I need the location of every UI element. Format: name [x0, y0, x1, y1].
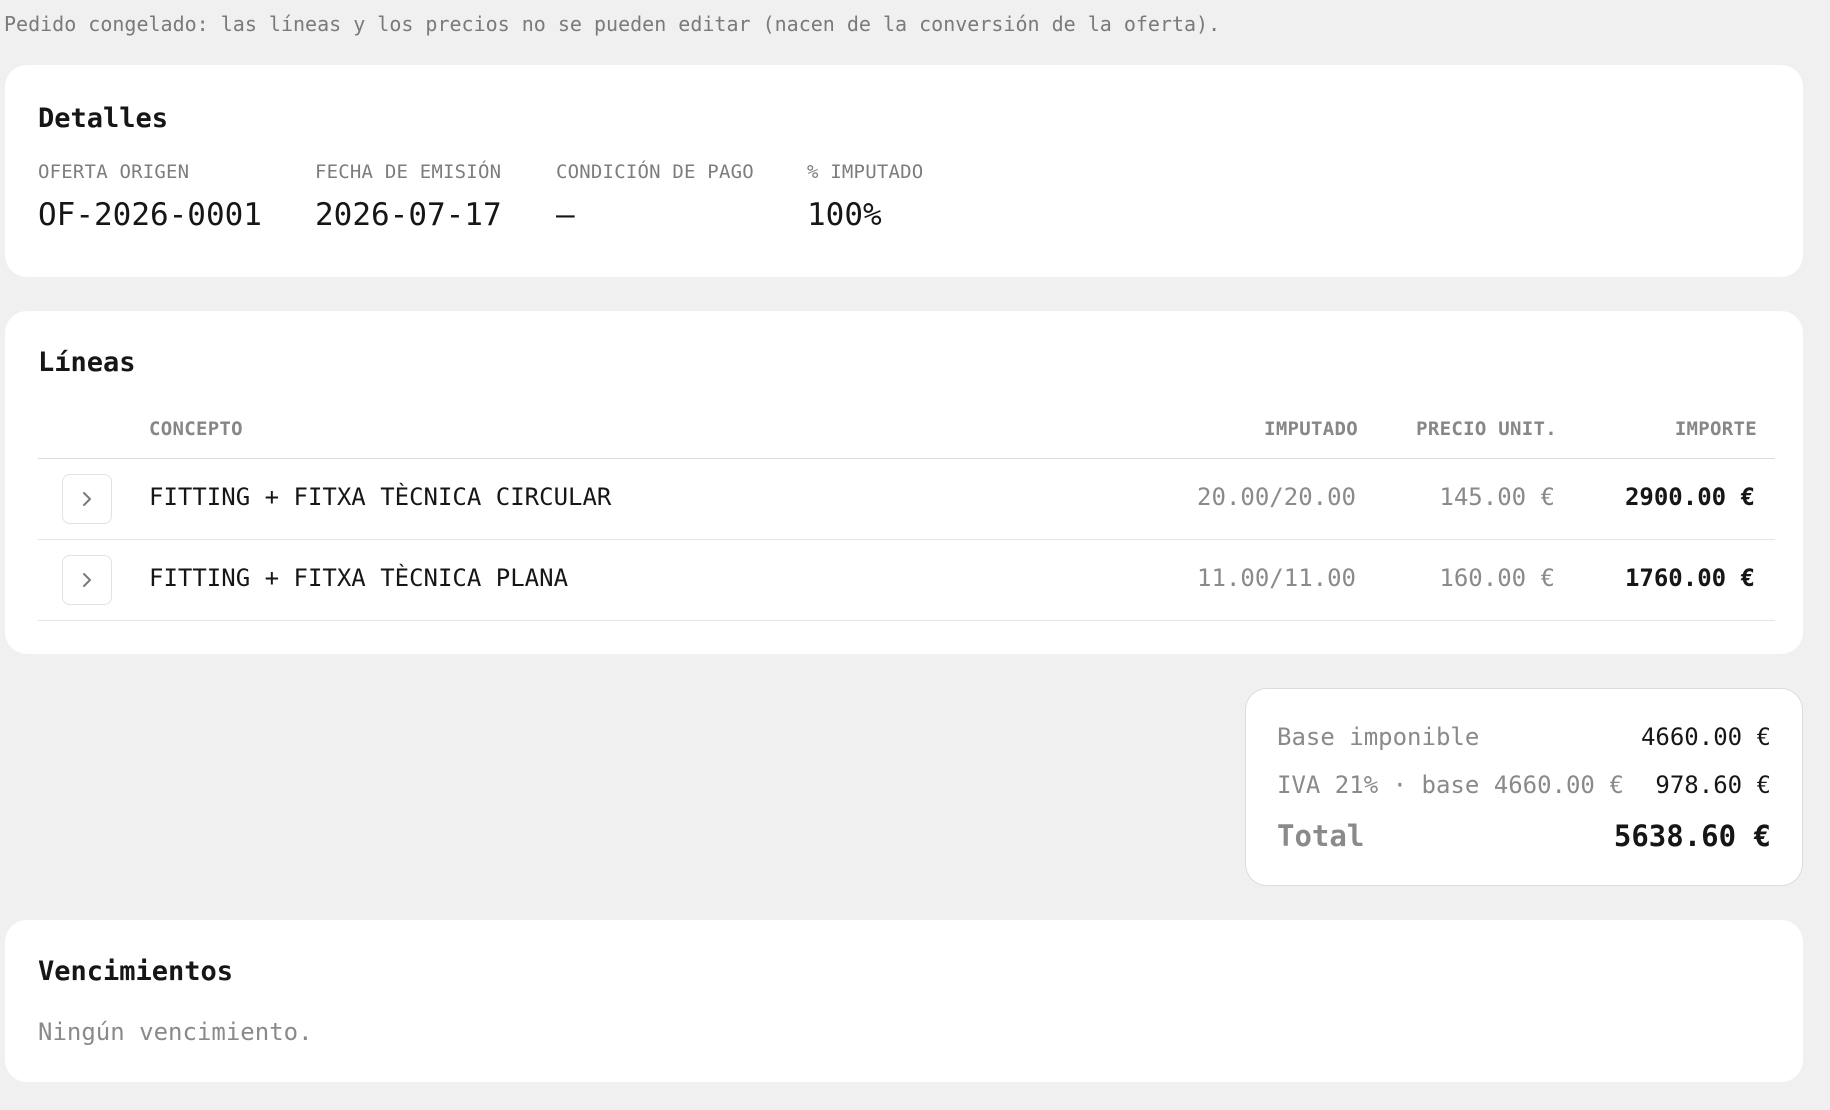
field-condicion-pago: CONDICIÓN DE PAGO —	[556, 161, 754, 233]
iva-value: 978.60 €	[1655, 771, 1771, 799]
total-row: Total 5638.60 €	[1277, 819, 1771, 853]
details-title: Detalles	[38, 103, 169, 134]
total-label: Total	[1277, 819, 1365, 853]
totals-card: Base imponible 4660.00 € IVA 21% · base …	[1245, 688, 1803, 886]
column-header-precio: PRECIO UNIT.	[1416, 418, 1557, 440]
column-header-imputado: IMPUTADO	[1264, 418, 1358, 440]
cell-importe: 2900.00 €	[1624, 483, 1755, 511]
details-card: Detalles OFERTA ORIGEN OF-2026-0001 FECH…	[5, 65, 1803, 277]
cell-imputado: 20.00/20.00	[1197, 483, 1356, 511]
lines-title: Líneas	[38, 347, 136, 378]
iva-row: IVA 21% · base 4660.00 € 978.60 €	[1277, 771, 1771, 799]
field-label: FECHA DE EMISIÓN	[315, 161, 502, 183]
base-imponible-label: Base imponible	[1277, 723, 1480, 751]
cell-concepto: FITTING + FITXA TÈCNICA CIRCULAR	[149, 483, 612, 511]
field-oferta-origen: OFERTA ORIGEN OF-2026-0001	[38, 161, 262, 233]
empty-state-message: Ningún vencimiento.	[38, 1018, 313, 1046]
table-row: FITTING + FITXA TÈCNICA PLANA 11.00/11.0…	[38, 540, 1775, 621]
total-value: 5638.60 €	[1613, 819, 1771, 853]
chevron-right-icon	[83, 492, 91, 506]
field-value: 100%	[807, 197, 882, 233]
expand-row-button[interactable]	[62, 474, 112, 524]
field-fecha-emision: FECHA DE EMISIÓN 2026-07-17	[315, 161, 502, 233]
iva-label: IVA 21% · base 4660.00 €	[1277, 771, 1624, 799]
base-imponible-value: 4660.00 €	[1640, 723, 1771, 751]
field-label: % IMPUTADO	[807, 161, 924, 183]
column-header-concepto: CONCEPTO	[149, 418, 243, 440]
expand-row-button[interactable]	[62, 555, 112, 605]
cell-concepto: FITTING + FITXA TÈCNICA PLANA	[149, 564, 569, 592]
field-value: 2026-07-17	[315, 197, 502, 233]
cell-precio-unit: 160.00 €	[1439, 564, 1555, 592]
field-label: OFERTA ORIGEN	[38, 161, 190, 183]
table-row: FITTING + FITXA TÈCNICA CIRCULAR 20.00/2…	[38, 459, 1775, 540]
chevron-right-icon	[83, 573, 91, 587]
field-porcentaje-imputado: % IMPUTADO 100%	[807, 161, 923, 233]
base-imponible-row: Base imponible 4660.00 €	[1277, 723, 1771, 751]
frozen-order-notice: Pedido congelado: las líneas y los preci…	[4, 12, 1221, 36]
cell-imputado: 11.00/11.00	[1197, 564, 1356, 592]
field-label: CONDICIÓN DE PAGO	[556, 161, 754, 183]
cell-precio-unit: 145.00 €	[1439, 483, 1555, 511]
field-value: OF-2026-0001	[38, 197, 262, 233]
field-value: —	[556, 197, 575, 233]
lines-card: Líneas CONCEPTO IMPUTADO PRECIO UNIT. IM…	[5, 311, 1803, 654]
due-dates-card: Vencimientos Ningún vencimiento.	[5, 920, 1803, 1082]
due-dates-title: Vencimientos	[38, 956, 234, 987]
column-header-importe: IMPORTE	[1674, 418, 1757, 440]
cell-importe: 1760.00 €	[1624, 564, 1755, 592]
